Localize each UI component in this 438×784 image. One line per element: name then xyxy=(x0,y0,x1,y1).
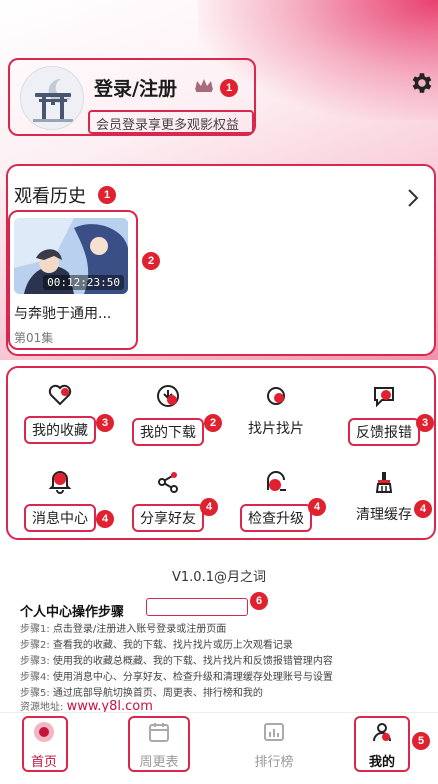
tab-weekly-label: 周更表 xyxy=(139,755,179,770)
find-movie-label: 找片找片 xyxy=(248,421,304,437)
tab-home[interactable]: 首页 xyxy=(9,720,79,770)
tab-home-label: 首页 xyxy=(30,755,57,770)
downloads-button[interactable]: 我的下载 xyxy=(118,384,218,446)
annotation-badge: 4 xyxy=(96,510,114,528)
crown-icon xyxy=(195,79,213,92)
annotation-badge: 3 xyxy=(416,414,434,432)
login-register-link[interactable]: 登录/注册 xyxy=(94,74,177,101)
annotation-badge: 4 xyxy=(414,500,432,518)
favorites-label: 我的收藏 xyxy=(24,416,96,444)
annotation-badge: 1 xyxy=(220,79,238,97)
user-icon xyxy=(373,723,391,742)
chart-icon xyxy=(264,723,284,741)
annotation-badge: 2 xyxy=(204,414,222,432)
annotation-badge: 4 xyxy=(308,498,326,516)
share-label: 分享好友 xyxy=(132,504,204,532)
history-title: 观看历史 xyxy=(14,186,86,207)
history-item-episode: 第01集 xyxy=(14,331,54,345)
download-icon xyxy=(157,385,179,407)
downloads-label: 我的下载 xyxy=(132,418,204,446)
messages-button[interactable]: 消息中心 xyxy=(10,468,110,532)
annotation-badge: 2 xyxy=(142,252,160,270)
gear-icon[interactable] xyxy=(408,70,434,96)
step-text: 查看我的收藏、我的下载、找片找片或历上次观看记录 xyxy=(52,640,293,651)
step-key: 步骤1: xyxy=(20,624,50,635)
messages-label: 消息中心 xyxy=(24,504,96,532)
step-key: 步骤3: xyxy=(20,656,50,667)
broom-icon xyxy=(375,472,393,493)
annotation-badge: 6 xyxy=(250,592,268,610)
clear-cache-label: 清理缓存 xyxy=(356,507,412,523)
version-label: V1.0.1@月之词 xyxy=(172,570,266,585)
feedback-label: 反馈报错 xyxy=(348,418,420,446)
feedback-icon xyxy=(374,387,394,408)
steps-title-highlight xyxy=(146,598,248,616)
upgrade-icon xyxy=(267,471,286,491)
annotation-badge: 1 xyxy=(98,186,116,204)
duration-label: 00:12:23:50 xyxy=(43,275,124,290)
annotation-badge: 4 xyxy=(200,498,218,516)
tab-mine-label: 我的 xyxy=(368,755,395,770)
step-key: 步骤2: xyxy=(20,640,50,651)
annotation-badge: 3 xyxy=(96,414,114,432)
upgrade-label: 检查升级 xyxy=(240,504,312,532)
step-text: 使用消息中心、分享好友、检查升级和清理缓存处理账号与设置 xyxy=(52,672,333,683)
share-icon xyxy=(158,472,178,493)
chevron-right-icon[interactable] xyxy=(406,188,420,208)
step-text: 使用我的收藏总概藏、我的下载、找片找片和反馈报错管理内容 xyxy=(52,656,333,667)
step-key: 步骤4: xyxy=(20,672,50,683)
heart-icon xyxy=(48,384,72,406)
tab-weekly[interactable]: 周更表 xyxy=(124,720,194,770)
tab-mine[interactable]: 我的 xyxy=(347,720,417,770)
history-item-title[interactable]: 与奔驰于通用... xyxy=(14,303,134,323)
history-thumbnail[interactable]: 00:12:23:50 xyxy=(14,218,128,294)
tab-ranking[interactable]: 排行榜 xyxy=(239,720,309,770)
member-tip[interactable]: 会员登录享更多观影权益 xyxy=(96,114,239,133)
find-movie-button[interactable]: 找片找片 xyxy=(226,384,326,438)
favorites-button[interactable]: 我的收藏 xyxy=(10,384,110,444)
calendar-icon xyxy=(149,723,169,742)
bell-icon xyxy=(48,471,72,494)
avatar[interactable] xyxy=(20,66,84,130)
home-icon xyxy=(34,722,54,742)
step-text: 点击登录/注册进入账号登录或注册页面 xyxy=(52,624,227,635)
tab-ranking-label: 排行榜 xyxy=(254,755,294,770)
avatar-torii-icon xyxy=(21,67,83,129)
find-icon xyxy=(267,387,285,405)
steps-title: 个人中心操作步骤 xyxy=(20,605,125,620)
